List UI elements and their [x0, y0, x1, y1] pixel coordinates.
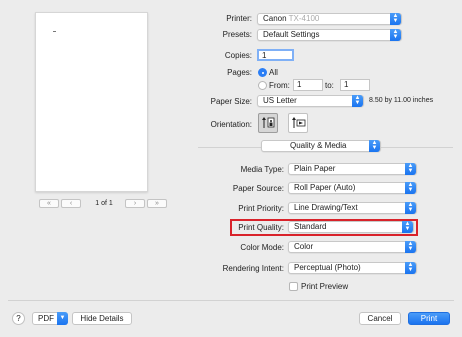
- first-page-button[interactable]: «: [39, 199, 59, 208]
- paper-size-popup[interactable]: US Letter ▲ ▼: [257, 95, 364, 107]
- hide-details-button[interactable]: Hide Details: [72, 312, 132, 325]
- pages-all-radio[interactable]: [258, 68, 267, 77]
- color-mode-value: Color: [294, 242, 314, 251]
- cancel-button[interactable]: Cancel: [359, 312, 401, 325]
- pages-to-field[interactable]: 1: [340, 79, 370, 91]
- popup-stepper-icon: ▲ ▼: [390, 29, 401, 41]
- print-quality-value: Standard: [294, 222, 327, 231]
- paper-size-value: US Letter: [263, 96, 297, 105]
- portrait-orientation-button[interactable]: [258, 113, 278, 133]
- landscape-icon: [292, 117, 306, 128]
- presets-popup[interactable]: Default Settings ▲ ▼: [257, 29, 402, 41]
- print-quality-popup[interactable]: Standard ▲ ▼: [288, 221, 414, 233]
- media-type-label: Media Type:: [240, 165, 284, 174]
- paper-size-dimensions: 8.50 by 11.00 inches: [369, 97, 434, 104]
- paper-source-value: Roll Paper (Auto): [294, 183, 356, 192]
- popup-stepper-icon: ▲ ▼: [402, 221, 413, 233]
- print-priority-label: Print Priority:: [238, 204, 284, 213]
- last-page-button[interactable]: »: [147, 199, 167, 208]
- popup-stepper-icon: ▲ ▼: [405, 163, 416, 175]
- paper-source-popup[interactable]: Roll Paper (Auto) ▲ ▼: [288, 182, 417, 194]
- rendering-intent-popup[interactable]: Perceptual (Photo) ▲ ▼: [288, 262, 417, 274]
- footer-divider: [8, 300, 454, 301]
- page-preview: [35, 12, 148, 192]
- printer-label: Printer:: [226, 14, 252, 23]
- page-counter: 1 of 1: [95, 200, 113, 207]
- rendering-intent-label: Rendering Intent:: [222, 264, 284, 273]
- pages-all-label: All: [269, 68, 278, 77]
- prev-page-button[interactable]: ‹: [61, 199, 81, 208]
- pages-label: Pages:: [227, 68, 252, 77]
- print-button[interactable]: Print: [408, 312, 450, 325]
- pdf-label: PDF: [38, 314, 54, 323]
- chevron-down-icon: ▼: [57, 312, 68, 325]
- pdf-menu-button[interactable]: PDF ▼: [32, 312, 68, 325]
- portrait-icon: [262, 117, 275, 128]
- copies-label: Copies:: [224, 51, 252, 60]
- preview-content-mark: [53, 31, 56, 32]
- popup-stepper-icon: ▲ ▼: [390, 13, 401, 25]
- popup-stepper-icon: ▲ ▼: [405, 241, 416, 253]
- media-type-value: Plain Paper: [294, 164, 336, 173]
- pages-from-field[interactable]: 1: [293, 79, 323, 91]
- color-mode-label: Color Mode:: [240, 243, 284, 252]
- pages-from-label: From:: [269, 81, 290, 90]
- presets-value: Default Settings: [263, 30, 320, 39]
- orientation-label: Orientation:: [210, 120, 252, 129]
- settings-section-value: Quality & Media: [290, 141, 347, 150]
- copies-field[interactable]: 1: [257, 49, 294, 61]
- popup-stepper-icon: ▲ ▼: [369, 140, 380, 152]
- pages-range-radio[interactable]: [258, 81, 267, 90]
- media-type-popup[interactable]: Plain Paper ▲ ▼: [288, 163, 417, 175]
- printer-value: Canon TX-4100: [263, 14, 320, 23]
- popup-stepper-icon: ▲ ▼: [405, 182, 416, 194]
- paper-size-label: Paper Size:: [210, 97, 252, 106]
- print-preview-label: Print Preview: [301, 282, 349, 291]
- pages-to-label: to:: [325, 81, 334, 90]
- popup-stepper-icon: ▲ ▼: [405, 262, 416, 274]
- print-quality-label: Print Quality:: [238, 223, 284, 232]
- help-button[interactable]: ?: [12, 312, 25, 325]
- print-priority-popup[interactable]: Line Drawing/Text ▲ ▼: [288, 202, 417, 214]
- landscape-orientation-button[interactable]: [288, 113, 308, 133]
- print-preview-checkbox[interactable]: [289, 282, 298, 291]
- popup-stepper-icon: ▲ ▼: [405, 202, 416, 214]
- color-mode-popup[interactable]: Color ▲ ▼: [288, 241, 417, 253]
- popup-stepper-icon: ▲ ▼: [352, 95, 363, 107]
- printer-popup[interactable]: Canon TX-4100 ▲ ▼: [257, 13, 402, 25]
- settings-section-popup[interactable]: Quality & Media ▲ ▼: [261, 140, 381, 152]
- rendering-intent-value: Perceptual (Photo): [294, 263, 361, 272]
- paper-source-label: Paper Source:: [232, 184, 284, 193]
- next-page-button[interactable]: ›: [125, 199, 145, 208]
- print-priority-value: Line Drawing/Text: [294, 203, 358, 212]
- presets-label: Presets:: [222, 30, 252, 39]
